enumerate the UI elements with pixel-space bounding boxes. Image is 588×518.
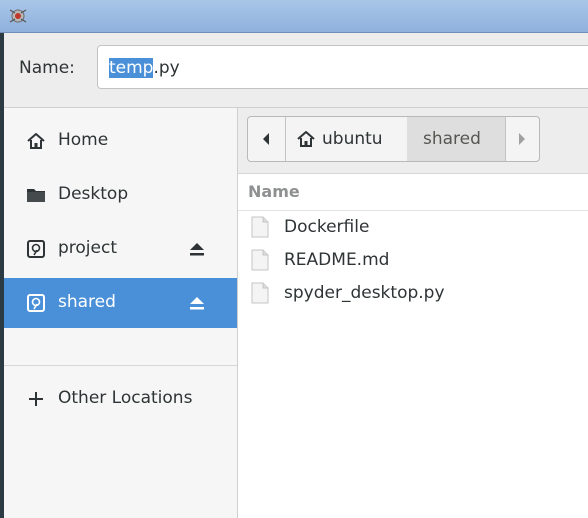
- chevron-left-icon: [263, 133, 269, 145]
- folder-icon: [25, 184, 47, 206]
- drive-icon: [25, 238, 47, 260]
- eject-icon[interactable]: [187, 239, 207, 259]
- file-browser-pane: ubuntu shared Name Dockerfile README.md: [238, 108, 588, 518]
- file-name: spyder_desktop.py: [284, 283, 445, 303]
- file-row[interactable]: README.md: [238, 244, 588, 277]
- home-icon: [25, 130, 47, 152]
- sidebar-item-home[interactable]: Home: [4, 116, 237, 166]
- sidebar-item-other-locations[interactable]: Other Locations: [4, 374, 237, 424]
- path-segment-label: ubuntu: [322, 129, 383, 149]
- eject-icon[interactable]: [187, 293, 207, 313]
- file-name: README.md: [284, 250, 390, 270]
- sidebar-item-label: project: [58, 238, 118, 258]
- path-button-group: ubuntu shared: [247, 116, 540, 162]
- column-header-name[interactable]: Name: [238, 174, 588, 211]
- file-name: Dockerfile: [284, 217, 370, 237]
- home-icon: [297, 131, 315, 147]
- sidebar-item-label: Desktop: [58, 184, 129, 204]
- sidebar-item-label: shared: [58, 292, 116, 312]
- window-titlebar[interactable]: [0, 0, 588, 33]
- path-back-button[interactable]: [248, 117, 286, 161]
- drive-icon: [25, 292, 47, 314]
- filename-value: temp.py: [109, 58, 180, 78]
- plus-icon: [25, 388, 47, 410]
- path-segment-shared[interactable]: shared: [407, 117, 506, 161]
- column-header-label: Name: [248, 182, 300, 201]
- sidebar-divider: [4, 365, 237, 366]
- path-segment-label: shared: [423, 129, 481, 149]
- sidebar-item-project[interactable]: project: [4, 224, 237, 274]
- filename-extension-text: .py: [153, 58, 180, 78]
- text-file-icon: [251, 249, 269, 271]
- path-forward-button[interactable]: [505, 117, 539, 161]
- filename-selected-text: temp: [109, 58, 154, 78]
- chevron-right-icon: [519, 133, 525, 145]
- path-bar: ubuntu shared: [238, 108, 588, 174]
- path-segment-ubuntu[interactable]: ubuntu: [285, 117, 408, 161]
- save-file-dialog: Name: temp.py Home Desktop project share…: [4, 33, 588, 518]
- filename-input[interactable]: temp.py: [97, 45, 588, 89]
- filename-bar: Name: temp.py: [4, 33, 588, 108]
- sidebar-item-desktop[interactable]: Desktop: [4, 170, 237, 220]
- places-sidebar: Home Desktop project shared Other Locati…: [4, 108, 238, 518]
- text-file-icon: [251, 216, 269, 238]
- filename-label: Name:: [19, 58, 75, 78]
- sidebar-item-shared[interactable]: shared: [4, 278, 237, 328]
- file-row[interactable]: Dockerfile: [238, 211, 588, 244]
- file-row[interactable]: spyder_desktop.py: [238, 277, 588, 310]
- text-file-icon: [251, 282, 269, 304]
- spyder-app-icon: [9, 9, 27, 23]
- sidebar-item-label: Other Locations: [58, 388, 193, 408]
- sidebar-item-label: Home: [58, 130, 109, 150]
